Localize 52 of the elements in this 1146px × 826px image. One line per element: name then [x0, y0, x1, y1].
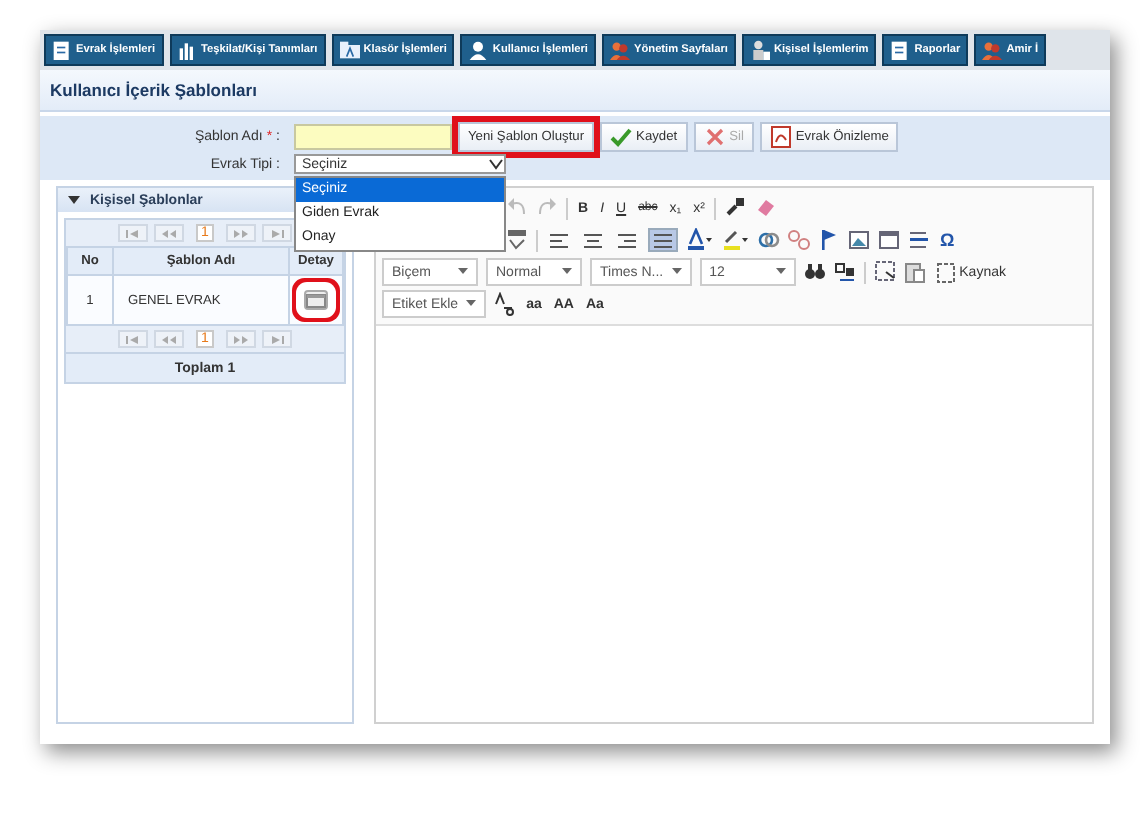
last-page-icon	[268, 227, 287, 239]
align-icon	[652, 229, 674, 251]
align-icon	[548, 229, 570, 251]
horizontal-line-icon[interactable]	[908, 228, 930, 252]
table-icon[interactable]	[878, 228, 900, 252]
select-all-icon[interactable]	[873, 260, 896, 284]
collapse-arrow-icon[interactable]	[66, 192, 82, 208]
dropdown-arrow-icon	[562, 268, 572, 276]
first-page-icon	[123, 227, 142, 239]
folder-icon	[339, 40, 360, 60]
bar-chart-icon	[177, 40, 197, 60]
align-icon	[616, 229, 638, 251]
image-icon[interactable]	[848, 228, 870, 252]
clipboard-icon[interactable]	[903, 260, 926, 284]
highlighter-icon[interactable]	[722, 228, 750, 252]
justify-button[interactable]	[648, 228, 678, 252]
previous-page-icon	[159, 333, 178, 345]
flag-icon[interactable]	[818, 228, 840, 252]
format-button[interactable]: Ω	[938, 228, 957, 252]
link-icon[interactable]	[758, 228, 780, 252]
previous-page-icon	[159, 227, 178, 239]
check-icon	[610, 126, 633, 148]
name-input[interactable]	[294, 124, 452, 150]
first-page-icon	[123, 333, 142, 345]
dropdown-arrow-icon	[775, 268, 786, 276]
change-case-icon[interactable]	[494, 292, 517, 316]
dropdown-arrow-icon	[466, 300, 477, 308]
binoculars-icon[interactable]	[803, 260, 826, 284]
text-color-icon[interactable]	[686, 228, 714, 252]
last-page-icon	[268, 333, 287, 345]
people-icon	[982, 40, 1003, 60]
align-icon	[582, 229, 604, 251]
align-center-button[interactable]	[580, 228, 606, 252]
next-page-icon	[232, 333, 251, 345]
align-left-button[interactable]	[546, 228, 572, 252]
document-icon	[52, 40, 72, 60]
document-icon	[935, 261, 956, 283]
cross-icon	[703, 126, 726, 148]
unlink-icon[interactable]	[788, 228, 810, 252]
next-page-icon	[232, 227, 251, 239]
user-icon	[468, 40, 489, 60]
document-icon	[890, 40, 911, 60]
dropdown-arrow-icon	[671, 268, 682, 276]
brush-icon[interactable]	[724, 196, 747, 220]
dropdown-arrow-icon	[458, 268, 468, 276]
person-icon	[749, 40, 770, 60]
replace-icon[interactable]	[833, 260, 856, 284]
pdf-icon	[769, 126, 792, 148]
window-icon	[306, 293, 326, 307]
page-title: Kullanıcı İçerik Şablonları	[50, 80, 257, 100]
align-right-button[interactable]	[614, 228, 640, 252]
people-icon	[610, 40, 630, 60]
